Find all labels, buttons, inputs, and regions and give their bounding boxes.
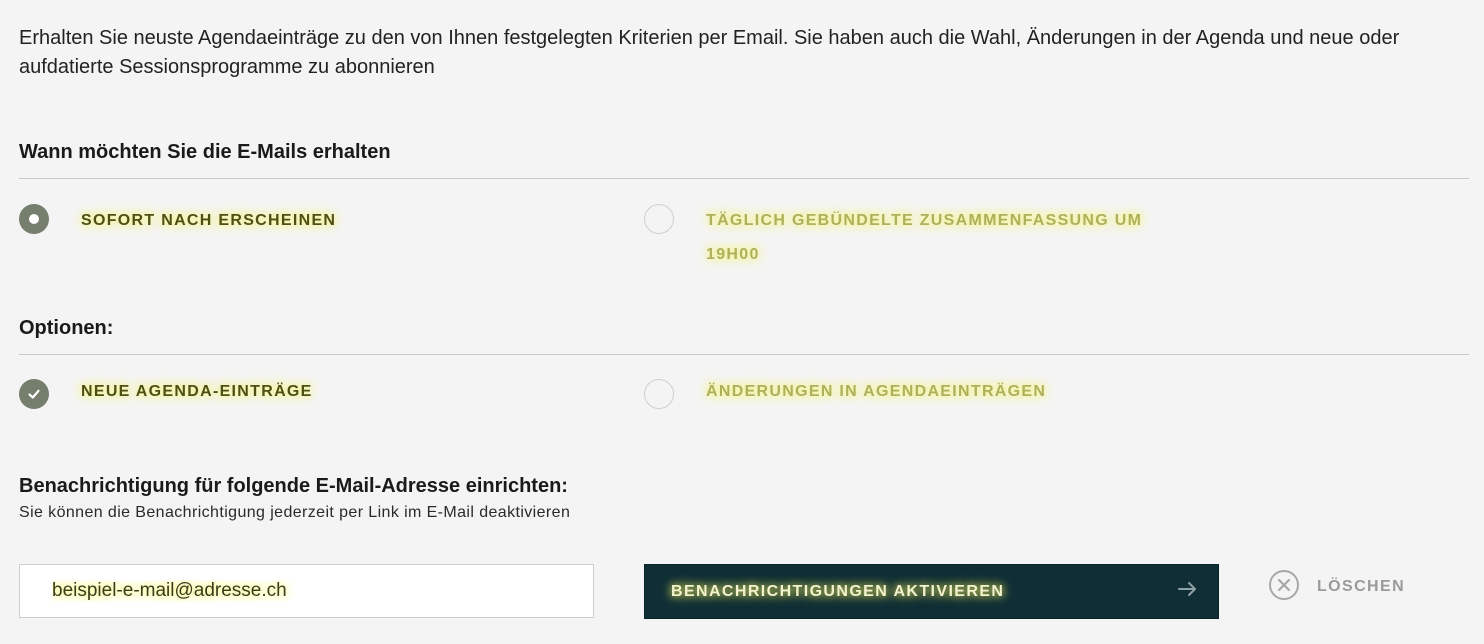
radio-unselected-icon[interactable] xyxy=(644,204,674,234)
checkbox-new-agenda-entries[interactable]: NEUE AGENDA-EINTRÄGE xyxy=(19,379,313,409)
clear-label: LÖSCHEN xyxy=(1317,578,1406,595)
activate-notifications-button[interactable]: BENACHRICHTIGUNGEN AKTIVIEREN xyxy=(644,564,1219,619)
radio-option-label: TÄGLICH GEBÜNDELTE ZUSAMMENFASSUNG UM 19… xyxy=(706,212,1143,263)
checkbox-label: ÄNDERUNGEN IN AGENDAEINTRÄGEN xyxy=(706,383,1047,400)
arrow-right-icon xyxy=(1178,581,1198,602)
close-circle-icon[interactable] xyxy=(1268,569,1300,606)
radio-option-immediately[interactable]: SOFORT NACH ERSCHEINEN xyxy=(19,204,336,238)
email-hint: Sie können die Benachrichtigung jederzei… xyxy=(19,504,571,521)
radio-option-label: SOFORT NACH ERSCHEINEN xyxy=(81,212,337,229)
checkbox-label: NEUE AGENDA-EINTRÄGE xyxy=(81,383,313,400)
activate-notifications-label: BENACHRICHTIGUNGEN AKTIVIEREN xyxy=(671,582,1005,600)
checkbox-unchecked-icon[interactable] xyxy=(644,379,674,409)
email-field[interactable] xyxy=(19,564,594,618)
options-title: Optionen: xyxy=(19,317,114,339)
radio-option-daily-digest[interactable]: TÄGLICH GEBÜNDELTE ZUSAMMENFASSUNG UM 19… xyxy=(644,204,1164,272)
email-section-title: Benachrichtigung für folgende E-Mail-Adr… xyxy=(19,475,568,497)
divider xyxy=(19,354,1469,355)
frequency-title: Wann möchten Sie die E-Mails erhalten xyxy=(19,141,391,163)
intro-text: Erhalten Sie neuste Agendaeinträge zu de… xyxy=(19,27,1400,78)
radio-selected-icon[interactable] xyxy=(19,204,49,234)
checkmark-icon[interactable] xyxy=(19,379,49,409)
divider xyxy=(19,178,1469,179)
clear-button[interactable]: LÖSCHEN xyxy=(1268,569,1406,606)
checkbox-agenda-changes[interactable]: ÄNDERUNGEN IN AGENDAEINTRÄGEN xyxy=(644,379,1046,409)
